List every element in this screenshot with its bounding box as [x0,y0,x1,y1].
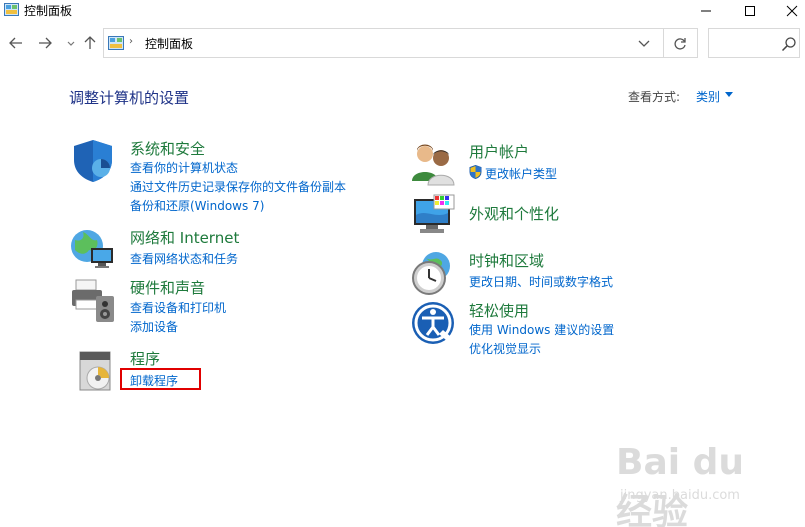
watermark-url: jingyan.baidu.com [620,488,740,503]
monitor-palette-icon[interactable] [410,193,456,239]
maximize-icon [745,6,755,16]
search-input[interactable] [713,33,775,53]
category-title-system-security[interactable]: 系统和安全 [130,138,205,159]
chevron-down-icon[interactable] [724,91,734,99]
search-box[interactable] [708,28,800,58]
recent-locations-button[interactable] [62,34,80,52]
clock-globe-icon[interactable] [410,250,456,296]
minimize-icon [701,10,711,12]
link-view-computer-status[interactable]: 查看你的计算机状态 [130,159,238,176]
close-button[interactable] [770,0,805,22]
link-backup-restore[interactable]: 备份和还原(Windows 7) [130,197,264,214]
control-panel-icon [108,36,124,50]
highlight-box [120,368,201,390]
minimize-button[interactable] [684,0,728,22]
forward-button[interactable] [36,34,54,52]
navigation-bar: › 控制面板 [0,28,805,58]
category-title-hardware[interactable]: 硬件和声音 [130,277,205,298]
category-title-programs[interactable]: 程序 [130,348,160,369]
category-title-appearance[interactable]: 外观和个性化 [469,203,559,224]
divider [663,29,664,57]
control-panel-icon [4,3,19,16]
uac-shield-icon [469,165,482,179]
link-change-date-time-format[interactable]: 更改日期、时间或数字格式 [469,273,613,290]
link-devices-printers[interactable]: 查看设备和打印机 [130,299,226,316]
breadcrumb[interactable]: 控制面板 [145,35,193,52]
view-by-dropdown[interactable]: 类别 [696,88,720,105]
category-title-clock-region[interactable]: 时钟和区域 [469,250,544,271]
link-optimize-visual-display[interactable]: 优化视觉显示 [469,340,541,357]
address-bar[interactable]: › 控制面板 [103,28,698,58]
up-arrow-icon [84,36,96,49]
back-button[interactable] [7,34,25,52]
breadcrumb-separator-icon[interactable]: › [129,36,133,47]
maximize-button[interactable] [728,0,772,22]
close-icon [786,5,798,17]
back-arrow-icon [9,37,22,49]
watermark-brand: Bai du 经验 [616,442,745,527]
page-title: 调整计算机的设置 [69,89,190,107]
ease-of-access-icon[interactable] [410,300,456,346]
link-network-status[interactable]: 查看网络状态和任务 [130,250,238,267]
baidu-watermark: Bai du 经验 jingyan.baidu.com [616,442,766,527]
category-title-user-accounts[interactable]: 用户帐户 [469,141,529,162]
users-icon[interactable] [410,141,456,187]
up-button[interactable] [81,34,99,52]
recent-locations-icon [67,41,75,46]
window-title: 控制面板 [24,4,73,18]
view-by-label: 查看方式: [628,90,681,104]
link-windows-suggested-settings[interactable]: 使用 Windows 建议的设置 [469,321,614,338]
dropdown-icon[interactable] [636,36,652,50]
printer-speaker-icon[interactable] [70,278,116,324]
refresh-icon[interactable] [671,35,689,53]
link-add-device[interactable]: 添加设备 [130,318,178,335]
link-file-history-backup[interactable]: 通过文件历史记录保存你的文件备份副本 [130,178,346,195]
forward-arrow-icon [39,37,52,49]
search-icon[interactable] [781,36,797,52]
link-change-account-type[interactable]: 更改帐户类型 [485,165,557,182]
programs-disc-icon[interactable] [76,348,122,394]
category-title-network[interactable]: 网络和 Internet [130,227,239,248]
shield-icon[interactable] [70,138,116,184]
network-globe-icon[interactable] [69,226,115,272]
category-title-ease-of-access[interactable]: 轻松使用 [469,300,529,321]
title-bar: 控制面板 [0,0,805,22]
